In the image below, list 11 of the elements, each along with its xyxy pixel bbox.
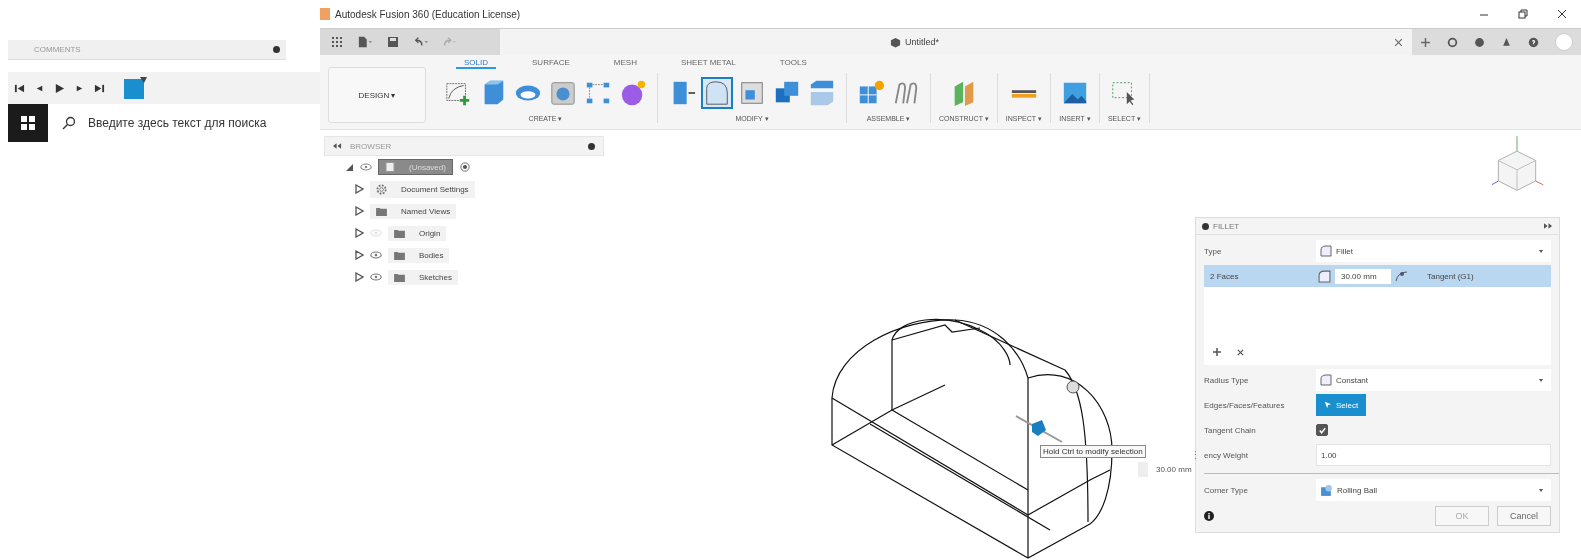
field-label: Radius Type <box>1204 375 1250 385</box>
comments-title: COMMENTS <box>34 45 82 54</box>
field-label: Corner Type <box>1204 485 1249 495</box>
tooltip: Hold Ctrl to modify selection <box>1040 445 1146 458</box>
field-label: Type <box>1204 246 1223 256</box>
field-label: Tangent Chain <box>1204 425 1257 435</box>
field-label: ency Weight <box>1204 450 1249 460</box>
window-title: Autodesk Fusion 360 (Education License) <box>335 8 521 20</box>
field-label: Edges/Faces/Features <box>1204 400 1286 410</box>
browser-title: BROWSER <box>350 141 392 151</box>
dialog-title: FILLET <box>1213 221 1240 231</box>
